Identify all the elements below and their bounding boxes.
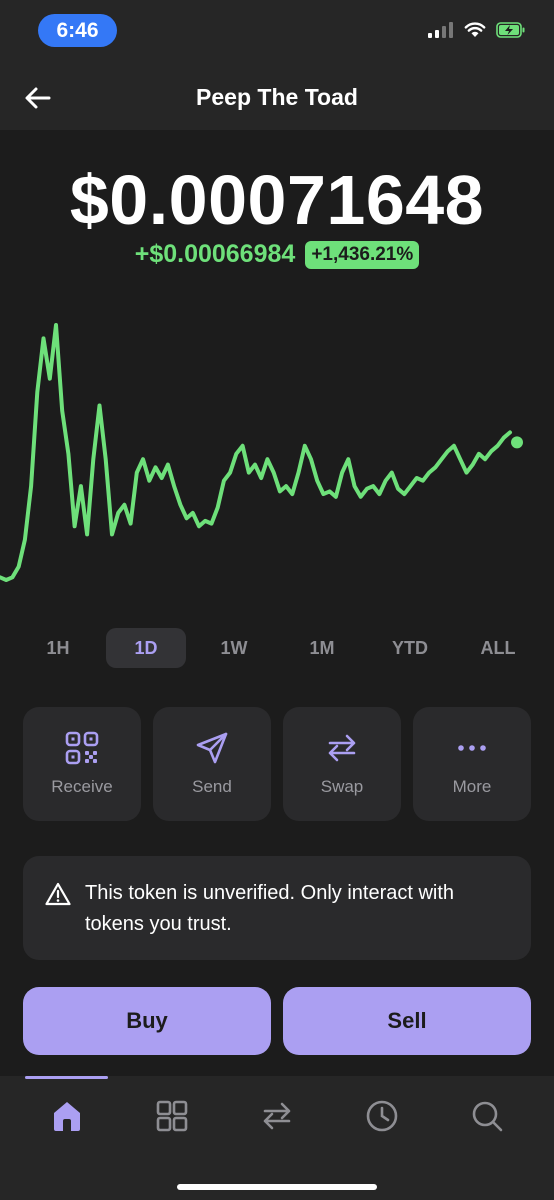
more-button[interactable]: More [413, 707, 531, 821]
home-icon [54, 1102, 80, 1131]
tab-search[interactable] [467, 1096, 507, 1136]
buy-button[interactable]: Buy [23, 987, 271, 1055]
price-change-badge: +1,436.21% [305, 240, 420, 269]
header: 6:46 Peep The Toad [0, 0, 554, 130]
range-tab-1h[interactable]: 1H [18, 628, 98, 668]
wifi-icon [464, 22, 486, 37]
range-tab-1m[interactable]: 1M [282, 628, 362, 668]
range-tab-all[interactable]: ALL [458, 628, 538, 668]
swap-icon [263, 1102, 291, 1130]
page-title: Peep The Toad [196, 84, 358, 110]
warning-icon [45, 882, 71, 906]
send-label: Send [192, 777, 232, 796]
tab-active-indicator [25, 1076, 108, 1079]
status-time: 6:46 [38, 14, 117, 47]
warning-text: This token is unverified. Only interact … [85, 882, 455, 935]
search-icon [472, 1101, 503, 1132]
token-price: $0.00071648 [69, 161, 485, 239]
nav-bar: Peep The Toad [0, 70, 554, 126]
swap-label: Swap [320, 777, 364, 796]
battery-charging-icon [496, 22, 525, 38]
price-change-row: +$0.00066984 +1,436.21% [0, 240, 554, 269]
tab-collectibles[interactable] [152, 1096, 192, 1136]
sell-button[interactable]: Sell [283, 987, 531, 1055]
price-change-value: +$0.00066984 [134, 240, 296, 268]
more-icon [458, 745, 486, 751]
more-label: More [452, 777, 492, 796]
price-line [0, 323, 512, 582]
tab-swap[interactable] [257, 1096, 297, 1136]
unverified-warning: This token is unverified. Only interact … [23, 856, 531, 960]
status-bar: 6:46 [0, 0, 554, 58]
trade-buttons: Buy Sell [23, 987, 531, 1055]
tab-activity[interactable] [362, 1096, 402, 1136]
signal-icon [428, 22, 453, 38]
home-indicator [177, 1184, 377, 1190]
range-tab-ytd[interactable]: YTD [370, 628, 450, 668]
range-tab-1w[interactable]: 1W [194, 628, 274, 668]
activity-icon [366, 1100, 398, 1132]
send-button[interactable]: Send [153, 707, 271, 821]
time-range-selector: 1H 1D 1W 1M YTD ALL [18, 628, 538, 668]
receive-button[interactable]: Receive [23, 707, 141, 821]
qr-code-icon [65, 731, 99, 765]
receive-label: Receive [51, 777, 113, 796]
tab-home[interactable] [47, 1096, 87, 1136]
send-icon [196, 732, 228, 764]
collectibles-icon [156, 1100, 188, 1132]
range-tab-1d[interactable]: 1D [106, 628, 186, 668]
action-row: Receive Send Swap More [23, 707, 531, 821]
price-chart[interactable] [0, 300, 554, 600]
status-icons [428, 22, 526, 38]
swap-icon [328, 734, 356, 762]
tab-bar [0, 1076, 554, 1200]
swap-button[interactable]: Swap [283, 707, 401, 821]
current-price-dot [511, 436, 523, 449]
